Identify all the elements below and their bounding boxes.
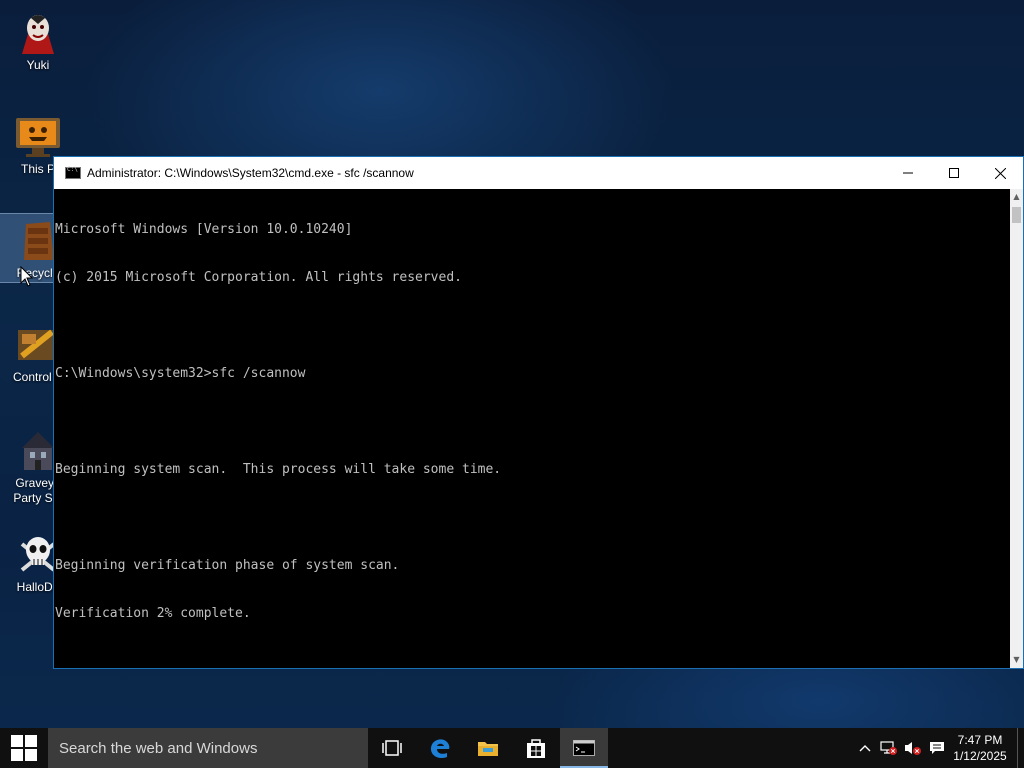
console-output[interactable]: Microsoft Windows [Version 10.0.10240] (… (54, 189, 1010, 668)
console-line: Microsoft Windows [Version 10.0.10240] (55, 222, 353, 237)
close-button[interactable] (977, 157, 1023, 189)
taskbar: Search the web and Windows 7:47 PM 1/12/… (0, 728, 1024, 768)
file-explorer-icon (478, 742, 498, 756)
volume-muted-icon[interactable] (901, 728, 925, 768)
minimize-button[interactable] (885, 157, 931, 189)
desktop-icon-yuki[interactable]: Yuki (0, 2, 76, 73)
search-placeholder: Search the web and Windows (59, 739, 258, 757)
window-titlebar[interactable]: Administrator: C:\Windows\System32\cmd.e… (54, 157, 1023, 189)
store-icon (527, 739, 545, 758)
close-icon (994, 167, 1006, 179)
vampire-icon (14, 8, 62, 56)
search-box[interactable]: Search the web and Windows (48, 728, 368, 768)
scroll-up-arrow-icon[interactable]: ▲ (1010, 189, 1023, 205)
maximize-button[interactable] (931, 157, 977, 189)
console-line: Verification 2% complete. (55, 606, 251, 621)
edge-button[interactable] (416, 728, 464, 768)
show-hidden-icons-chevron-up-icon[interactable] (853, 728, 877, 768)
command-prompt-icon[interactable] (65, 166, 81, 179)
scroll-down-arrow-icon[interactable]: ▼ (1010, 652, 1023, 668)
command-prompt-taskbar-button[interactable] (560, 728, 608, 768)
file-explorer-button[interactable] (464, 728, 512, 768)
edge-icon (431, 739, 450, 759)
show-desktop-button[interactable] (1017, 728, 1024, 768)
task-view-button[interactable] (368, 728, 416, 768)
clock[interactable]: 7:47 PM 1/12/2025 (949, 732, 1011, 764)
start-button[interactable] (0, 728, 48, 768)
window-title: Administrator: C:\Windows\System32\cmd.e… (87, 166, 414, 180)
clock-time: 7:47 PM (957, 733, 1003, 747)
cmd-window[interactable]: Administrator: C:\Windows\System32\cmd.e… (53, 156, 1024, 669)
minimize-icon (903, 172, 913, 174)
computer-icon (14, 112, 62, 160)
network-disconnected-icon[interactable] (877, 728, 901, 768)
console-line: Beginning verification phase of system s… (55, 558, 400, 573)
console-line: (c) 2015 Microsoft Corporation. All righ… (55, 270, 462, 285)
action-center-icon[interactable] (925, 728, 949, 768)
console-line: C:\Windows\system32>sfc /scannow (55, 366, 306, 381)
mouse-cursor-icon (20, 266, 34, 287)
system-tray: 7:47 PM 1/12/2025 (853, 728, 1024, 768)
scrollbar-thumb[interactable] (1012, 207, 1021, 223)
store-button[interactable] (512, 728, 560, 768)
console-line: Beginning system scan. This process will… (55, 462, 502, 477)
command-prompt-icon (573, 740, 595, 756)
maximize-icon (949, 168, 959, 178)
desktop-icon-label: Yuki (26, 58, 50, 72)
task-view-icon (382, 740, 402, 756)
vertical-scrollbar[interactable]: ▲ ▼ (1010, 189, 1023, 668)
windows-logo-icon (11, 735, 37, 761)
clock-date: 1/12/2025 (953, 749, 1007, 763)
